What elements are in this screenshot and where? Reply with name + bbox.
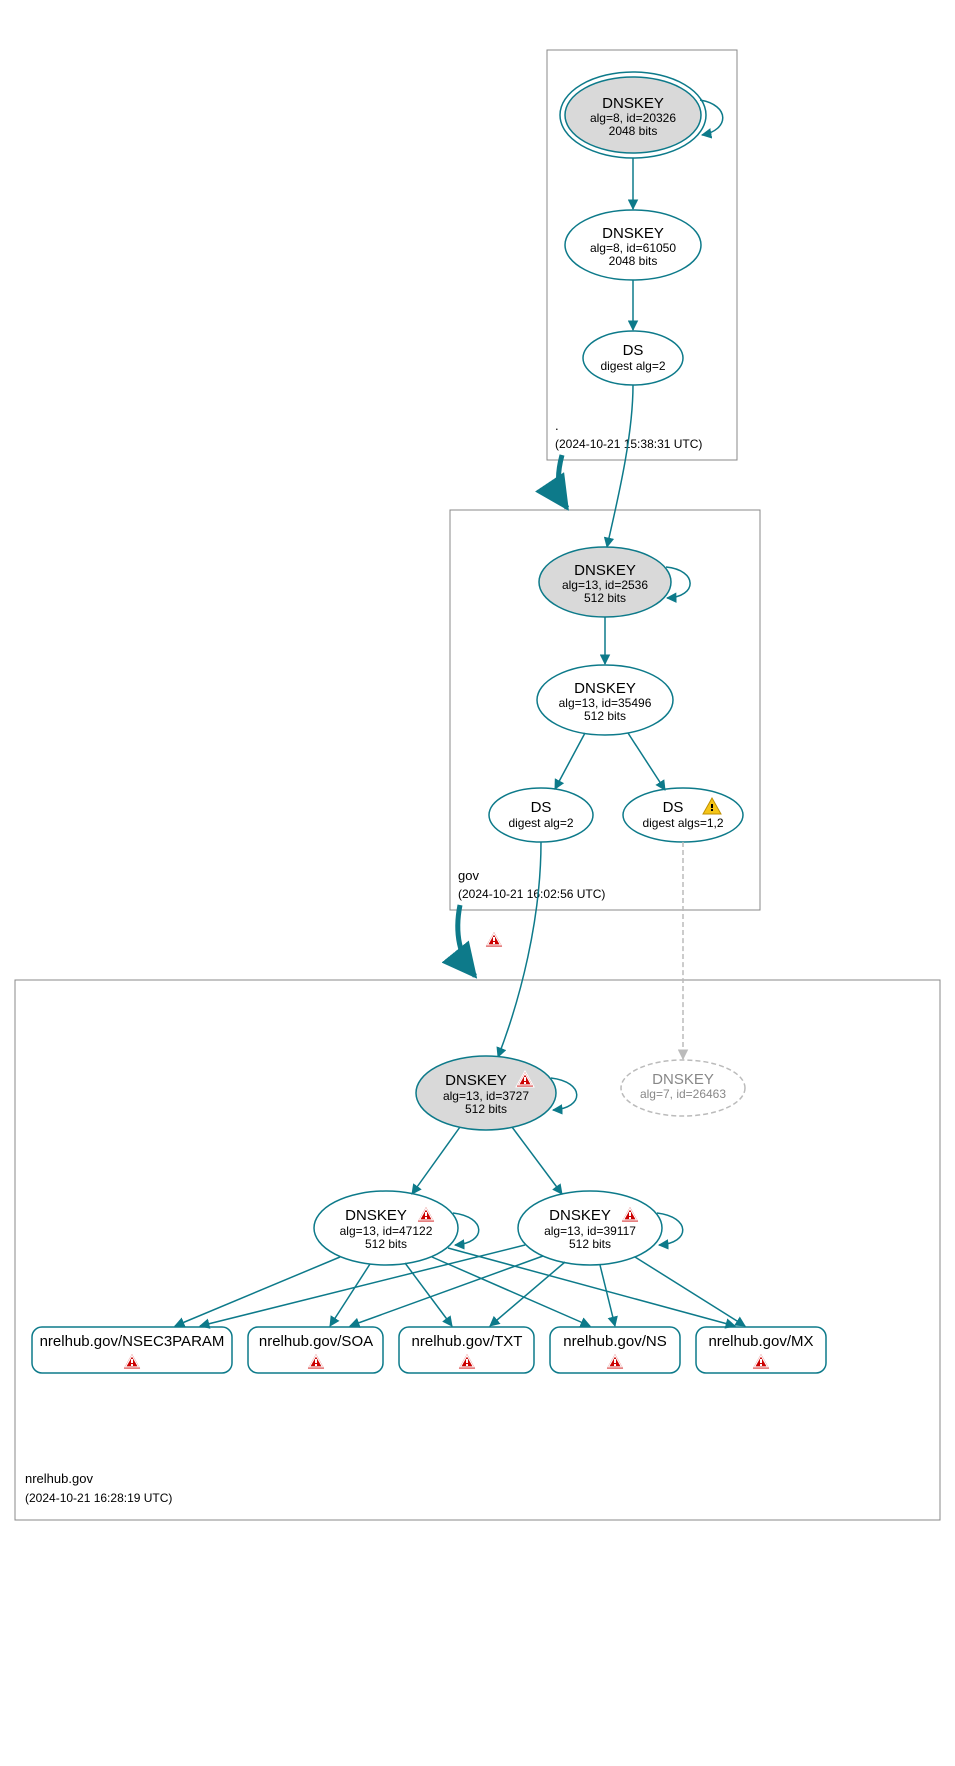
node-root-ds[interactable]: DS digest alg=2 [583,331,683,385]
svg-text:alg=13, id=2536: alg=13, id=2536 [562,578,648,592]
svg-text:512 bits: 512 bits [584,591,626,605]
svg-text:alg=8, id=20326: alg=8, id=20326 [590,111,676,125]
node-nrelhub-zsk2[interactable]: DNSKEY alg=13, id=39117 512 bits [518,1191,662,1265]
svg-text:512 bits: 512 bits [569,1237,611,1251]
node-nrelhub-ksk[interactable]: DNSKEY alg=13, id=3727 512 bits [416,1056,556,1130]
edge-deleg-gov-nrelhub [458,905,475,976]
edge-zsk1-soa [330,1264,370,1326]
edge-zsk2-mx [635,1257,745,1326]
svg-text:nrelhub.gov/TXT: nrelhub.gov/TXT [412,1333,523,1350]
svg-text:DNSKEY: DNSKEY [602,225,664,242]
svg-text:DNSKEY: DNSKEY [549,1207,611,1224]
dnssec-diagram: . (2024-10-21 15:38:31 UTC) gov (2024-10… [0,0,955,1766]
node-nrelhub-grey[interactable]: DNSKEY alg=7, id=26463 [621,1060,745,1116]
svg-text:alg=7, id=26463: alg=7, id=26463 [640,1087,726,1101]
svg-text:2048 bits: 2048 bits [609,254,658,268]
svg-text:digest alg=2: digest alg=2 [508,816,573,830]
svg-text:alg=8, id=61050: alg=8, id=61050 [590,241,676,255]
svg-text:nrelhub.gov/NS: nrelhub.gov/NS [563,1333,666,1350]
node-root-zsk[interactable]: DNSKEY alg=8, id=61050 2048 bits [565,210,701,280]
svg-text:alg=13, id=47122: alg=13, id=47122 [340,1224,433,1238]
edge-gov-zsk-ds1 [555,733,585,789]
zone-label-nrelhub: nrelhub.gov [25,1471,93,1486]
node-nrelhub-zsk1[interactable]: DNSKEY alg=13, id=47122 512 bits [314,1191,458,1265]
edge-self-root-ksk [700,100,723,135]
svg-text:DS: DS [531,799,552,816]
node-gov-ds1[interactable]: DS digest alg=2 [489,788,593,842]
svg-text:nrelhub.gov/SOA: nrelhub.gov/SOA [259,1333,373,1350]
node-gov-ds2[interactable]: DS digest algs=1,2 [623,788,743,842]
edge-nrelhub-ksk-zsk2 [512,1127,562,1194]
svg-text:512 bits: 512 bits [465,1102,507,1116]
node-gov-zsk[interactable]: DNSKEY alg=13, id=35496 512 bits [537,665,673,735]
zone-timestamp-nrelhub: (2024-10-21 16:28:19 UTC) [25,1491,172,1505]
warning-icon [485,931,503,947]
svg-text:DNSKEY: DNSKEY [574,562,636,579]
svg-text:DNSKEY: DNSKEY [574,680,636,697]
svg-text:digest alg=2: digest alg=2 [600,359,665,373]
svg-text:alg=13, id=3727: alg=13, id=3727 [443,1089,529,1103]
zone-label-gov: gov [458,868,479,883]
node-rr-mx[interactable]: nrelhub.gov/MX [696,1327,826,1373]
node-rr-txt[interactable]: nrelhub.gov/TXT [399,1327,534,1373]
node-rr-ns[interactable]: nrelhub.gov/NS [550,1327,680,1373]
svg-text:2048 bits: 2048 bits [609,124,658,138]
svg-text:digest algs=1,2: digest algs=1,2 [642,816,723,830]
svg-text:alg=13, id=39117: alg=13, id=39117 [544,1224,636,1238]
svg-text:alg=13, id=35496: alg=13, id=35496 [559,696,652,710]
svg-text:nrelhub.gov/NSEC3PARAM: nrelhub.gov/NSEC3PARAM [40,1333,225,1350]
node-root-ksk[interactable]: DNSKEY alg=8, id=20326 2048 bits [560,72,706,158]
edge-zsk2-ns [600,1265,615,1326]
svg-text:DNSKEY: DNSKEY [345,1207,407,1224]
node-rr-soa[interactable]: nrelhub.gov/SOA [248,1327,383,1373]
zone-timestamp-gov: (2024-10-21 16:02:56 UTC) [458,887,605,901]
edge-nrelhub-ksk-zsk1 [412,1127,460,1194]
svg-text:DNSKEY: DNSKEY [652,1071,714,1088]
svg-text:512 bits: 512 bits [365,1237,407,1251]
zone-label-root: . [555,418,559,433]
edge-deleg-root-gov [558,455,567,508]
edge-gov-zsk-ds2 [628,733,665,790]
svg-text:DNSKEY: DNSKEY [445,1072,507,1089]
svg-text:DS: DS [623,342,644,359]
node-gov-ksk[interactable]: DNSKEY alg=13, id=2536 512 bits [539,547,671,617]
svg-text:nrelhub.gov/MX: nrelhub.gov/MX [708,1333,813,1350]
edge-root-ds-gov-ksk [607,385,633,547]
edge-zsk2-soa [350,1256,543,1326]
svg-text:DNSKEY: DNSKEY [602,95,664,112]
node-rr-nsec3param[interactable]: nrelhub.gov/NSEC3PARAM [32,1327,232,1373]
svg-text:DS: DS [663,799,684,816]
edge-zsk1-nsec3 [175,1257,340,1326]
edge-gov-ds1-nrelhub-ksk [498,842,541,1057]
svg-text:512 bits: 512 bits [584,709,626,723]
